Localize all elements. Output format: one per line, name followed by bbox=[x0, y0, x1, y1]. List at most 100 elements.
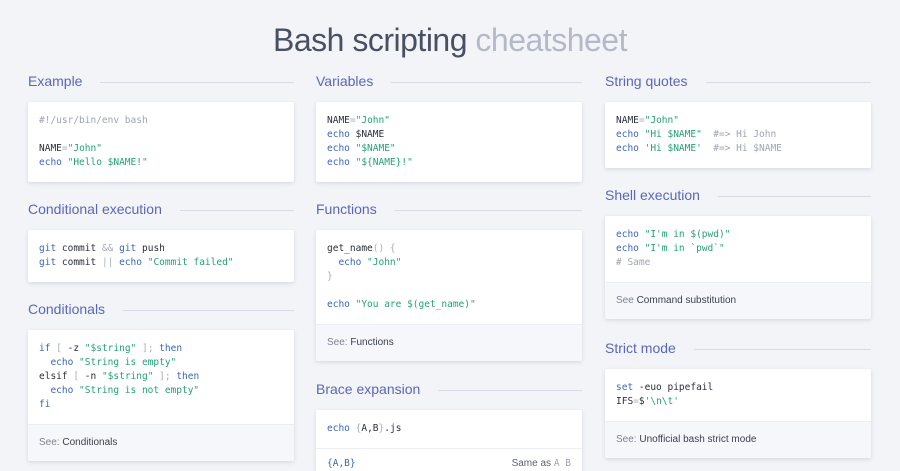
code-block[interactable]: NAME="John" echo $NAME echo "$NAME" echo "$… bbox=[316, 102, 582, 182]
code-token: () { bbox=[372, 243, 396, 254]
code-card: git commit && git push git commit || echo… bbox=[28, 230, 294, 282]
see-also-footer: See: Conditionals bbox=[28, 424, 294, 461]
code-token: IFS bbox=[616, 396, 634, 407]
code-token: #=> Hi $NAME bbox=[701, 143, 782, 154]
code-line: set -euo pipefail bbox=[616, 381, 860, 395]
code-token: ]; bbox=[136, 343, 154, 354]
code-token: "Hi $NAME" bbox=[644, 129, 702, 140]
code-token: echo bbox=[327, 143, 356, 154]
code-token: { bbox=[349, 423, 362, 434]
code-token: || bbox=[101, 257, 114, 268]
code-line: if [ -z "$string" ]; then bbox=[39, 342, 283, 356]
code-token: "$NAME" bbox=[355, 143, 396, 154]
code-token: -z bbox=[67, 343, 85, 354]
code-line: echo {A,B}.js bbox=[327, 422, 571, 436]
code-line: git commit && git push bbox=[39, 242, 283, 256]
section-divider bbox=[438, 389, 582, 391]
description-text: Same as bbox=[511, 458, 552, 469]
section-title: String quotes bbox=[605, 73, 688, 89]
code-token: set bbox=[616, 382, 634, 393]
brace-example-code: {A,B} bbox=[327, 458, 356, 469]
code-line: echo "Hello $NAME!" bbox=[39, 156, 283, 170]
section-title: Brace expansion bbox=[316, 381, 421, 397]
code-line: fi bbox=[39, 398, 283, 412]
code-token: echo bbox=[39, 157, 68, 168]
section-header: Shell execution bbox=[605, 186, 871, 204]
see-also-link[interactable]: Conditionals bbox=[62, 437, 117, 448]
code-block[interactable]: NAME="John" echo "Hi $NAME" #=> Hi John ec… bbox=[605, 102, 871, 168]
section-conditionals: Conditionals if [ -z "$string" ]; then ec… bbox=[28, 300, 294, 461]
section-header: Conditional execution bbox=[28, 200, 294, 218]
code-token: [ bbox=[50, 343, 68, 354]
page-title-main: Bash scripting bbox=[273, 22, 468, 58]
see-also-prefix: See: bbox=[327, 337, 351, 348]
code-token: git bbox=[113, 243, 137, 254]
code-card: NAME="John" echo $NAME echo "$NAME" echo "$… bbox=[316, 102, 582, 182]
description-code: A B bbox=[553, 458, 571, 469]
section-divider bbox=[394, 209, 582, 211]
section-header: Strict mode bbox=[605, 339, 871, 357]
code-token: #!/usr/bin/env bash bbox=[39, 115, 148, 126]
code-token: echo bbox=[39, 385, 80, 396]
code-block[interactable]: #!/usr/bin/env bash NAME="John" echo "Hell… bbox=[28, 102, 294, 182]
section-divider bbox=[717, 195, 871, 197]
code-card: echo {A,B}.js {A,B} Same as A B bbox=[316, 410, 582, 471]
see-also-link[interactable]: Unofficial bash strict mode bbox=[639, 434, 756, 445]
code-token: [ bbox=[67, 371, 85, 382]
code-block[interactable]: if [ -z "$string" ]; then echo "String i… bbox=[28, 330, 294, 424]
code-token: } bbox=[327, 271, 333, 282]
code-token: -euo pipefail bbox=[633, 382, 714, 393]
section-header: Functions bbox=[316, 200, 582, 218]
code-token: push bbox=[136, 243, 165, 254]
code-token: "John" bbox=[644, 115, 679, 126]
code-line: echo "String is not empty" bbox=[39, 384, 283, 398]
code-token: "$string" bbox=[84, 343, 137, 354]
code-token: #=> Hi John bbox=[701, 129, 777, 140]
code-token: "$string" bbox=[101, 371, 154, 382]
code-line: IFS=$'\n\t' bbox=[616, 395, 860, 409]
code-token: then bbox=[153, 343, 183, 354]
code-block[interactable]: git commit && git push git commit || echo… bbox=[28, 230, 294, 282]
code-token: # Same bbox=[616, 257, 651, 268]
code-token: "John" bbox=[355, 115, 390, 126]
code-token: echo bbox=[113, 257, 148, 268]
code-token: echo bbox=[327, 257, 368, 268]
brace-example-row: {A,B} Same as A B bbox=[316, 448, 582, 471]
code-block[interactable]: echo "I'm in $(pwd)" echo "I'm in `pwd`" #… bbox=[605, 216, 871, 282]
code-line: echo "${NAME}!" bbox=[327, 156, 571, 170]
see-also-footer: See Command substitution bbox=[605, 282, 871, 319]
code-token: "Hello $NAME!" bbox=[67, 157, 148, 168]
section-divider bbox=[100, 81, 294, 83]
code-block[interactable]: set -euo pipefail IFS=$'\n\t' bbox=[605, 369, 871, 421]
code-line: echo 'Hi $NAME' #=> Hi $NAME bbox=[616, 142, 860, 156]
code-token: echo bbox=[616, 229, 645, 240]
code-token: git bbox=[39, 257, 57, 268]
code-token: NAME bbox=[39, 143, 62, 154]
section-title: Shell execution bbox=[605, 187, 700, 203]
code-line: git commit || echo "Commit failed" bbox=[39, 256, 283, 270]
section-divider bbox=[705, 81, 871, 83]
section-functions: Functions get_name() { echo "John"} echo "… bbox=[316, 200, 582, 361]
code-block[interactable]: get_name() { echo "John"} echo "You are $… bbox=[316, 230, 582, 324]
code-card: NAME="John" echo "Hi $NAME" #=> Hi John ec… bbox=[605, 102, 871, 168]
code-card: if [ -z "$string" ]; then echo "String i… bbox=[28, 330, 294, 461]
code-token: ]; bbox=[153, 371, 171, 382]
section-title: Example bbox=[28, 73, 83, 89]
code-line: } bbox=[327, 270, 571, 284]
see-also-link[interactable]: Command substitution bbox=[637, 295, 737, 306]
code-card: #!/usr/bin/env bash NAME="John" echo "Hell… bbox=[28, 102, 294, 182]
code-block[interactable]: echo {A,B}.js bbox=[316, 410, 582, 448]
section-header: Variables bbox=[316, 72, 582, 90]
see-also-footer: See: Functions bbox=[316, 324, 582, 361]
code-token: commit bbox=[56, 243, 102, 254]
see-also-link[interactable]: Functions bbox=[350, 337, 393, 348]
see-also-prefix: See bbox=[616, 295, 637, 306]
code-token: echo bbox=[616, 243, 645, 254]
code-token: echo bbox=[327, 423, 350, 434]
code-token: elsif bbox=[39, 371, 68, 382]
section-conditional-execution: Conditional execution git commit && git p… bbox=[28, 200, 294, 282]
code-token: "You are $(get_name)" bbox=[355, 299, 476, 310]
section-shell-execution: Shell execution echo "I'm in $(pwd)" echo … bbox=[605, 186, 871, 319]
code-token: "String is empty" bbox=[79, 357, 177, 368]
code-line: NAME="John" bbox=[39, 142, 283, 156]
